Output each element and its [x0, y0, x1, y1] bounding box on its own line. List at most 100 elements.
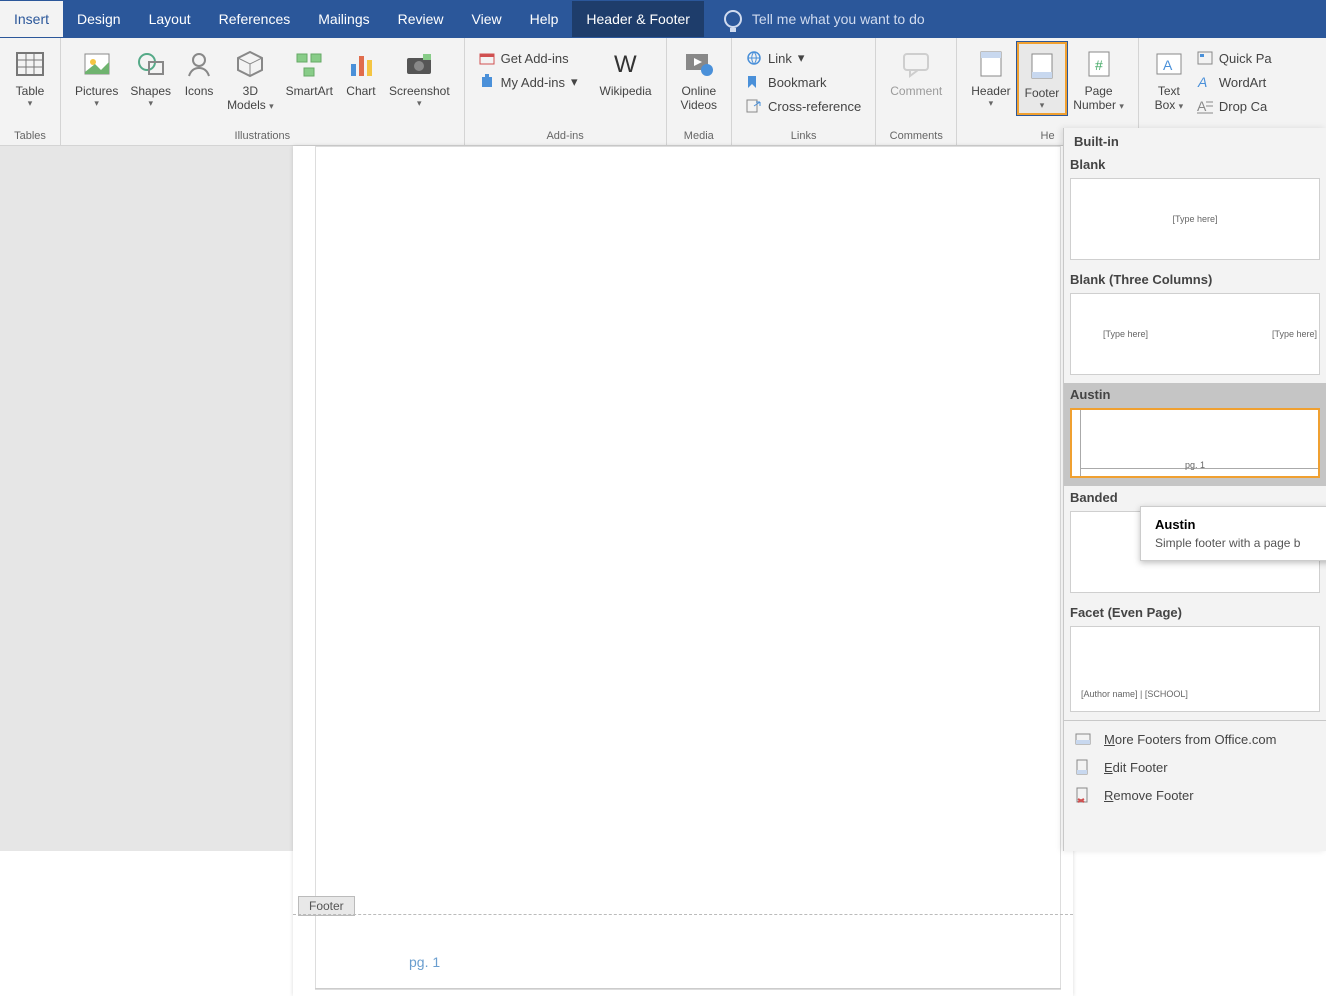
gallery-item-facet-even[interactable]: Facet (Even Page) [Author name] | [SCHOO…: [1064, 601, 1326, 720]
gallery-item-title: Banded: [1070, 490, 1320, 505]
tooltip-title: Austin: [1155, 517, 1325, 532]
crossref-button[interactable]: Cross-reference: [740, 96, 867, 116]
pagenum-label2: Number: [1073, 98, 1116, 112]
link-label: Link: [768, 51, 792, 66]
group-label-comments: Comments: [890, 130, 943, 145]
more-footers-office-button[interactable]: More Footers from Office.com: [1064, 725, 1326, 753]
comment-icon: [900, 48, 932, 80]
wordart-button[interactable]: A WordArt: [1191, 72, 1278, 92]
dropcap-button[interactable]: A Drop Ca: [1191, 96, 1278, 116]
textbox-button[interactable]: A Text Box ▾: [1147, 42, 1191, 114]
quickparts-label: Quick Pa: [1219, 51, 1272, 66]
table-label: Table: [16, 84, 45, 98]
footer-icon: [1026, 50, 1058, 82]
quickparts-button[interactable]: Quick Pa: [1191, 48, 1278, 68]
page-bottom-border: [315, 988, 1061, 989]
cube-icon: [234, 48, 266, 80]
tab-insert[interactable]: Insert: [0, 1, 63, 37]
edit-footer-icon: [1074, 758, 1092, 776]
chart-icon: [345, 48, 377, 80]
remove-footer-button[interactable]: Remove Footer: [1064, 781, 1326, 809]
comment-label: Comment: [890, 84, 942, 98]
tab-mailings[interactable]: Mailings: [304, 1, 383, 37]
tab-design[interactable]: Design: [63, 1, 135, 37]
tab-help[interactable]: Help: [516, 1, 573, 37]
online-videos-button[interactable]: Online Videos: [675, 42, 723, 114]
pagenumber-icon: #: [1083, 48, 1115, 80]
page[interactable]: Footer pg. 1: [293, 146, 1073, 996]
chart-button[interactable]: Chart: [339, 42, 383, 100]
group-label-headerfooter: He: [1041, 130, 1055, 145]
header-button[interactable]: Header ▾: [965, 42, 1016, 111]
my-addins-button[interactable]: My Add-ins ▾: [473, 72, 584, 92]
textbox-label1: Text: [1158, 84, 1180, 98]
ribbon-tabbar: Insert Design Layout References Mailings…: [0, 0, 1326, 38]
preview-placeholder: [Type here]: [1272, 329, 1317, 339]
chevron-down-icon: ▾: [148, 98, 153, 109]
link-button[interactable]: Link ▾: [740, 48, 867, 68]
footer-content[interactable]: pg. 1: [409, 954, 440, 970]
pagenum-label1: Page: [1085, 84, 1113, 98]
chevron-down-icon: ▾: [571, 74, 578, 90]
footer-button[interactable]: Footer ▾: [1017, 42, 1068, 115]
gallery-item-title: Blank: [1070, 157, 1320, 172]
3d-label1: 3D: [243, 84, 258, 98]
group-comments: Comment Comments: [876, 38, 957, 145]
chevron-down-icon: ▾: [28, 98, 33, 109]
shapes-button[interactable]: Shapes ▾: [124, 42, 177, 111]
tab-header-footer[interactable]: Header & Footer: [572, 1, 704, 37]
crossref-icon: [746, 98, 762, 114]
gallery-item-blank-three-columns[interactable]: Blank (Three Columns) [Type here] [Type …: [1064, 268, 1326, 383]
group-label-addins: Add-ins: [546, 130, 583, 145]
wikipedia-button[interactable]: W Wikipedia: [594, 42, 658, 100]
footer-label: Footer: [1025, 86, 1060, 100]
group-addins: Get Add-ins My Add-ins ▾ W Wikipedia Add…: [465, 38, 667, 145]
edit-footer-button[interactable]: Edit Footer: [1064, 753, 1326, 781]
chevron-down-icon: ▾: [94, 98, 99, 109]
smartart-button[interactable]: SmartArt: [280, 42, 339, 100]
icons-button[interactable]: Icons: [177, 42, 221, 100]
bookmark-label: Bookmark: [768, 75, 827, 90]
group-label-links: Links: [791, 130, 817, 145]
svg-text:A: A: [1163, 57, 1173, 73]
icons-label: Icons: [185, 84, 214, 98]
svg-text:W: W: [614, 51, 637, 78]
group-label-illustrations: Illustrations: [235, 130, 291, 145]
shapes-icon: [135, 48, 167, 80]
wordart-icon: A: [1197, 74, 1213, 90]
gallery-item-austin[interactable]: Austin pg. 1: [1064, 383, 1326, 486]
screenshot-button[interactable]: Screenshot ▾: [383, 42, 456, 111]
gallery-item-blank[interactable]: Blank [Type here]: [1064, 153, 1326, 268]
chevron-down-icon: ▾: [417, 98, 422, 109]
3d-models-button[interactable]: 3D Models ▾: [221, 42, 280, 114]
bookmark-icon: [746, 74, 762, 90]
table-icon: [14, 48, 46, 80]
chevron-down-icon: ▾: [269, 101, 274, 111]
page-number-button[interactable]: # Page Number ▾: [1067, 42, 1130, 114]
tell-me-search[interactable]: Tell me what you want to do: [724, 10, 925, 28]
tab-layout[interactable]: Layout: [135, 1, 205, 37]
get-addins-button[interactable]: Get Add-ins: [473, 48, 584, 68]
group-label-tables: Tables: [14, 130, 46, 145]
bookmark-button[interactable]: Bookmark: [740, 72, 867, 92]
pictures-button[interactable]: Pictures ▾: [69, 42, 124, 111]
store-icon: [479, 50, 495, 66]
preview-pagenum: pg. 1: [1185, 460, 1205, 470]
online-label2: Videos: [681, 98, 717, 112]
chart-label: Chart: [346, 84, 375, 98]
table-button[interactable]: Table ▾: [8, 42, 52, 111]
smartart-icon: [293, 48, 325, 80]
tab-view[interactable]: View: [458, 1, 516, 37]
textbox-label2: Box: [1155, 98, 1176, 112]
svg-text:#: #: [1095, 57, 1103, 73]
chevron-down-icon: ▾: [989, 98, 994, 109]
tab-references[interactable]: References: [205, 1, 305, 37]
my-addins-label: My Add-ins: [501, 75, 565, 90]
tab-review[interactable]: Review: [384, 1, 458, 37]
dropcap-icon: A: [1197, 98, 1213, 114]
wordart-label: WordArt: [1219, 75, 1266, 90]
comment-button[interactable]: Comment: [884, 42, 948, 100]
textbox-icon: A: [1153, 48, 1185, 80]
preview-meta: [Author name] | [SCHOOL]: [1081, 689, 1188, 699]
chevron-down-icon: ▾: [1119, 101, 1124, 111]
